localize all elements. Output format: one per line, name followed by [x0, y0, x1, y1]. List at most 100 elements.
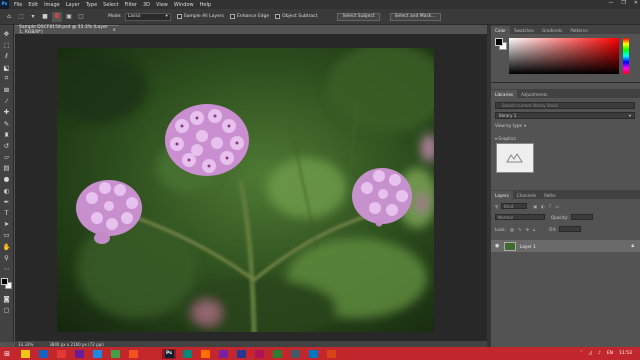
hue-slider[interactable]	[623, 38, 629, 74]
library-select[interactable]: library 1 ▾	[495, 112, 635, 119]
taskbar-app-icon[interactable]	[90, 349, 104, 359]
tab-channels[interactable]: Channels	[513, 191, 540, 199]
home-icon[interactable]: ⌂	[4, 12, 14, 22]
close-document-icon[interactable]: ×	[112, 28, 116, 33]
menu-view[interactable]: View	[156, 2, 168, 8]
taskbar-app-icon[interactable]	[144, 349, 158, 359]
move-tool-icon[interactable]: ✥	[2, 29, 12, 39]
marquee-tool-icon[interactable]: ⬚	[2, 40, 12, 50]
taskbar-app-icon[interactable]	[198, 349, 212, 359]
document-tab[interactable]: Sample DSCF8158.psd @ 33.3% (Layer 1, RG…	[15, 25, 119, 35]
library-graphic-thumbnail[interactable]	[496, 143, 534, 173]
lock-image-icon[interactable]: ✎	[518, 227, 522, 232]
taskbar-app-icon[interactable]	[126, 349, 140, 359]
taskbar-app-icon[interactable]	[72, 349, 86, 359]
minimize-icon[interactable]: —	[608, 0, 613, 6]
tab-adjustments[interactable]: Adjustments	[517, 90, 551, 98]
menu-3d[interactable]: 3D	[143, 2, 150, 8]
tab-color[interactable]: Color	[491, 26, 510, 34]
taskbar-app-icon[interactable]	[36, 349, 50, 359]
canvas-image[interactable]	[57, 48, 434, 332]
taskbar-app-icon[interactable]	[324, 349, 338, 359]
fill-input[interactable]	[559, 226, 582, 232]
taskbar-app-icon[interactable]	[306, 349, 320, 359]
kind-filter-select[interactable]: Kind	[501, 203, 528, 209]
brush-tool-icon[interactable]: ✎	[2, 119, 12, 129]
taskbar-app-icon[interactable]: Ps	[162, 348, 176, 359]
menu-filter[interactable]: Filter	[125, 2, 137, 8]
dodge-tool-icon[interactable]: ◐	[2, 186, 12, 196]
taskbar-app-icon[interactable]	[108, 349, 122, 359]
menu-type[interactable]: Type	[86, 2, 97, 8]
pixel-filter-icon[interactable]: ▣	[533, 204, 537, 209]
object-selection-tool-icon[interactable]: ⬕	[2, 63, 12, 73]
object-selection-tool-icon[interactable]: ⬚	[16, 12, 26, 22]
blend-mode-select[interactable]: Normal	[495, 214, 545, 220]
taskbar-app-icon[interactable]	[54, 349, 68, 359]
sample-all-layers-checkbox[interactable]: Sample All Layers	[176, 14, 224, 19]
graphics-section-header[interactable]: ▾ Graphics	[495, 136, 516, 141]
taskbar-app-icon[interactable]	[270, 349, 284, 359]
type-filter-icon[interactable]: T	[549, 204, 552, 209]
menu-image[interactable]: Image	[44, 2, 60, 8]
tab-paths[interactable]: Paths	[540, 191, 559, 199]
taskbar-app-icon[interactable]	[180, 349, 194, 359]
taskbar-app-icon[interactable]	[216, 349, 230, 359]
layer-row[interactable]: ◉ Layer 1 🔒︎	[491, 240, 640, 252]
more-tools-icon[interactable]: ⋯	[2, 264, 12, 274]
quick-mask-icon[interactable]: ◙	[2, 294, 12, 304]
select-subject-button[interactable]: Select Subject	[337, 12, 380, 21]
eraser-tool-icon[interactable]: ▱	[2, 152, 12, 162]
clock[interactable]: 11:53	[619, 351, 632, 356]
mode-select[interactable]: Lasso ▾	[124, 12, 171, 21]
subtract-selection-icon[interactable]: ▣	[64, 12, 74, 22]
lasso-tool-icon[interactable]: ℓ	[2, 51, 12, 61]
lock-all-icon[interactable]: 🔒︎	[533, 227, 535, 232]
tab-swatches[interactable]: Swatches	[510, 26, 538, 34]
close-icon[interactable]: ✕	[634, 0, 638, 6]
zoom-level[interactable]: 33.33%	[18, 342, 33, 347]
history-brush-tool-icon[interactable]: ↺	[2, 141, 12, 151]
layer-name[interactable]: Layer 1	[520, 244, 536, 249]
healing-brush-tool-icon[interactable]: ✚	[2, 107, 12, 117]
taskbar-app-icon[interactable]	[252, 349, 266, 359]
menu-file[interactable]: File	[14, 2, 22, 8]
menu-help[interactable]: Help	[200, 2, 211, 8]
clone-stamp-tool-icon[interactable]: ♜	[2, 130, 12, 140]
taskbar-app-icon[interactable]	[18, 349, 32, 359]
language-indicator[interactable]: EN	[607, 351, 613, 356]
windows-start-icon[interactable]: ⊞	[2, 349, 12, 359]
library-search-input[interactable]: Search current library Stock	[495, 102, 635, 109]
pen-tool-icon[interactable]: ✒	[2, 197, 12, 207]
crop-tool-icon[interactable]: ⌗	[2, 74, 12, 84]
menu-edit[interactable]: Edit	[28, 2, 38, 8]
gradient-tool-icon[interactable]: ▤	[2, 163, 12, 173]
type-tool-icon[interactable]: T	[2, 208, 12, 218]
view-by-dropdown[interactable]: View by type ▾	[495, 123, 526, 128]
tab-patterns[interactable]: Patterns	[566, 26, 591, 34]
lock-position-icon[interactable]: ✥	[525, 227, 529, 232]
color-spectrum-picker[interactable]	[509, 38, 619, 74]
screen-mode-icon[interactable]: ▢	[2, 305, 12, 315]
eye-icon[interactable]: ◉	[495, 243, 501, 249]
select-and-mask-button[interactable]: Select and Mask...	[389, 12, 441, 21]
intersect-selection-icon[interactable]: ▢	[76, 12, 86, 22]
up-arrow-icon[interactable]: ˄	[580, 351, 582, 356]
foreground-color-swatch[interactable]	[0, 278, 8, 286]
add-to-selection-icon[interactable]: ◘	[52, 11, 62, 22]
shape-filter-icon[interactable]: ▭	[555, 204, 559, 209]
frame-tool-icon[interactable]: ⊠	[2, 85, 12, 95]
network-icon[interactable]: ◿	[588, 351, 591, 356]
tab-layers[interactable]: Layers	[491, 191, 513, 199]
rectangle-tool-icon[interactable]: ▭	[2, 230, 12, 240]
color-swatches[interactable]	[0, 278, 13, 290]
new-selection-icon[interactable]: ■	[40, 12, 50, 22]
hand-tool-icon[interactable]: ✋	[2, 242, 12, 252]
enhance-edge-checkbox[interactable]: Enhance Edge	[230, 14, 269, 19]
maximize-icon[interactable]: ❐	[621, 0, 625, 6]
zoom-tool-icon[interactable]: ⚲	[2, 253, 12, 263]
opacity-input[interactable]	[571, 214, 594, 220]
menu-select[interactable]: Select	[103, 2, 118, 8]
object-subtract-checkbox[interactable]: Object Subtract	[275, 14, 317, 19]
menu-window[interactable]: Window	[174, 2, 194, 8]
